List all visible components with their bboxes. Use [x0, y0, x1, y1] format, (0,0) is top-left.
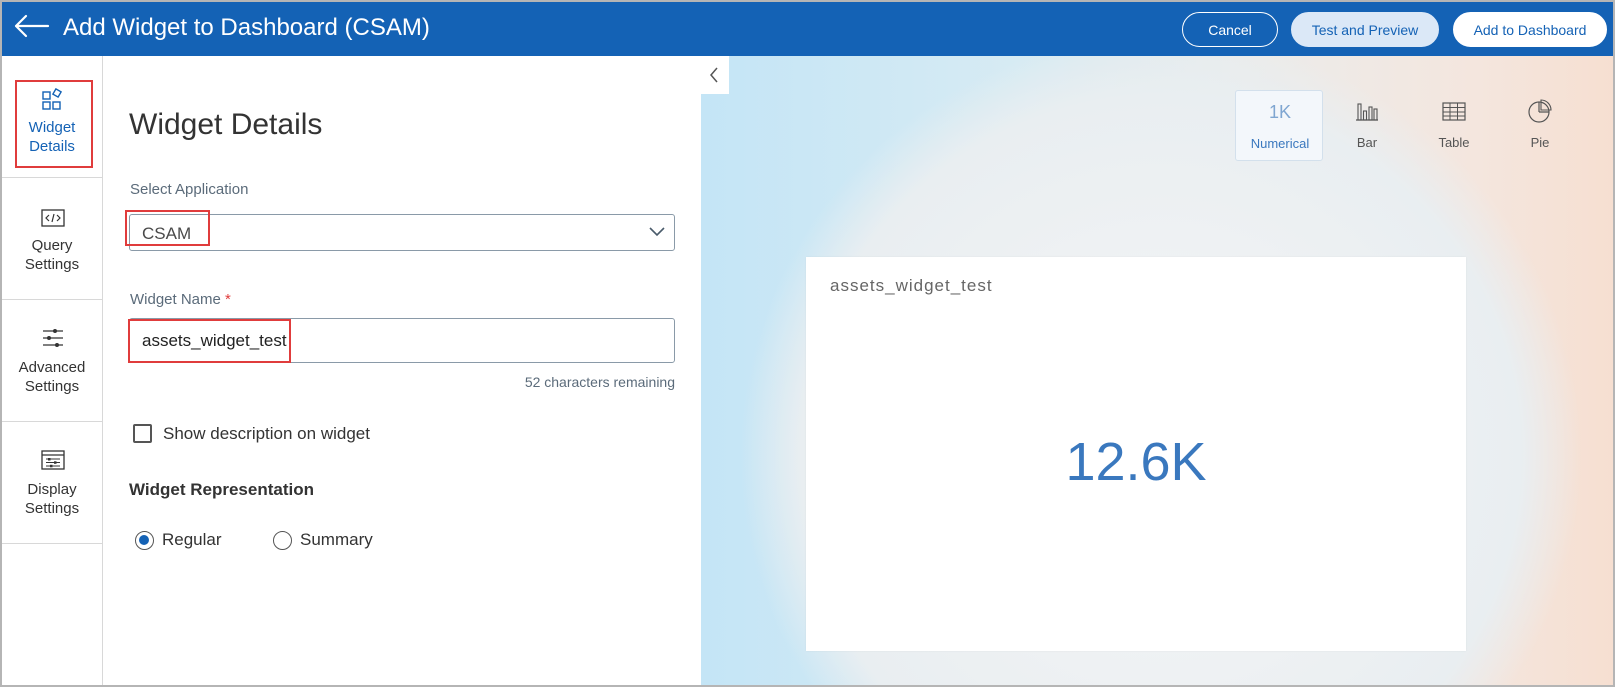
chart-type-pie[interactable]: Pie	[1496, 90, 1584, 161]
chart-type-table[interactable]: Table	[1410, 90, 1498, 161]
sidebar-item-display-settings[interactable]: Display Settings	[2, 422, 102, 544]
table-icon	[1442, 102, 1466, 121]
sidebar-item-label: Display	[27, 481, 77, 498]
chevron-left-icon	[710, 67, 718, 83]
chart-type-label: Table	[1438, 135, 1470, 150]
header-bar: Add Widget to Dashboard (CSAM) Cancel Te…	[2, 2, 1613, 56]
numerical-icon: 1K	[1268, 102, 1292, 122]
preview-panel: 1K Numerical Bar Table Pie assets_widget…	[701, 56, 1613, 685]
chart-type-label: Pie	[1530, 135, 1550, 150]
chart-type-label: Bar	[1356, 135, 1378, 150]
radio-summary[interactable]	[273, 531, 292, 550]
select-application-label: Select Application	[130, 181, 249, 198]
back-arrow-icon[interactable]	[12, 11, 52, 41]
show-description-checkbox[interactable]	[133, 424, 152, 443]
application-select[interactable]: CSAM	[129, 214, 675, 251]
page-title: Add Widget to Dashboard (CSAM)	[63, 14, 430, 41]
show-description-label: Show description on widget	[163, 424, 370, 443]
chart-type-numerical[interactable]: 1K Numerical	[1235, 90, 1323, 161]
test-and-preview-button[interactable]: Test and Preview	[1291, 12, 1439, 47]
radio-regular[interactable]	[135, 531, 154, 550]
widget-name-label-text: Widget Name	[130, 291, 221, 308]
radio-regular-label: Regular	[162, 530, 222, 549]
highlight-box	[15, 80, 93, 168]
widget-name-label: Widget Name *	[130, 291, 231, 308]
app-window: Add Widget to Dashboard (CSAM) Cancel Te…	[0, 0, 1615, 687]
cancel-button[interactable]: Cancel	[1182, 12, 1278, 47]
sliders-icon	[43, 329, 63, 347]
chart-type-bar[interactable]: Bar	[1323, 90, 1411, 161]
widget-card-title: assets_widget_test	[830, 276, 993, 295]
code-icon	[41, 209, 65, 227]
add-to-dashboard-button[interactable]: Add to Dashboard	[1453, 12, 1607, 47]
required-marker: *	[225, 291, 231, 308]
sidebar-item-label: Query	[31, 237, 73, 254]
sidebar-item-label: Advanced	[18, 359, 86, 376]
chart-type-label: Numerical	[1250, 136, 1310, 151]
radio-summary-label: Summary	[300, 530, 373, 549]
widget-card-value: 12.6K	[1065, 432, 1207, 492]
sidebar-item-label: Settings	[24, 256, 80, 273]
highlight-box	[125, 210, 210, 246]
bar-chart-icon	[1356, 103, 1378, 121]
sidebar-item-advanced-settings[interactable]: Advanced Settings	[2, 300, 102, 422]
chevron-down-icon	[649, 227, 665, 237]
section-heading: Widget Details	[129, 108, 323, 141]
sidebar-item-query-settings[interactable]: Query Settings	[2, 178, 102, 300]
representation-heading: Widget Representation	[129, 480, 314, 499]
settings-sidebar: Widget Details Query Settings Advanced S…	[2, 56, 103, 685]
sidebar-item-label: Settings	[24, 500, 80, 517]
widget-preview-card: assets_widget_test 12.6K	[806, 257, 1466, 651]
pie-chart-icon	[1528, 99, 1552, 123]
sidebar-item-label: Settings	[24, 378, 80, 395]
characters-remaining: 52 characters remaining	[524, 374, 675, 390]
collapse-panel-button[interactable]	[701, 56, 729, 94]
display-settings-icon	[41, 450, 65, 470]
highlight-box	[128, 319, 291, 363]
sidebar-item-widget-details[interactable]: Widget Details	[2, 56, 102, 178]
widget-details-form: Widget Details Select Application CSAM W…	[103, 56, 701, 685]
